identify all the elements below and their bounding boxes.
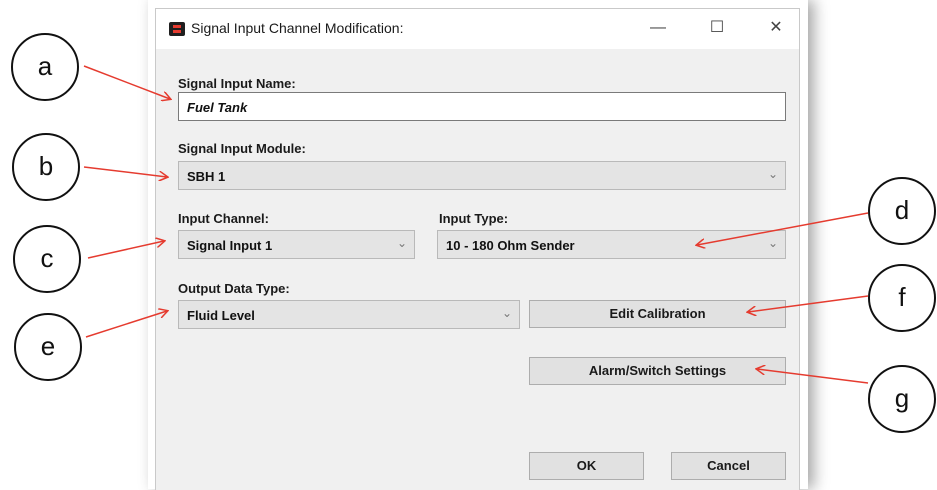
annotation-arrows [83, 65, 869, 384]
callout-e: e [14, 313, 82, 381]
callout-a: a [11, 33, 79, 101]
arrow-g [757, 369, 869, 384]
callout-g: g [868, 365, 936, 433]
arrow-f [748, 295, 869, 312]
arrow-b [83, 166, 167, 177]
arrow-e [85, 311, 167, 338]
callout-f: f [868, 264, 936, 332]
arrow-c [87, 241, 164, 259]
arrow-a [83, 65, 170, 99]
callout-c: c [13, 225, 81, 293]
callout-d: d [868, 177, 936, 245]
arrow-d [697, 212, 869, 245]
callout-b: b [12, 133, 80, 201]
